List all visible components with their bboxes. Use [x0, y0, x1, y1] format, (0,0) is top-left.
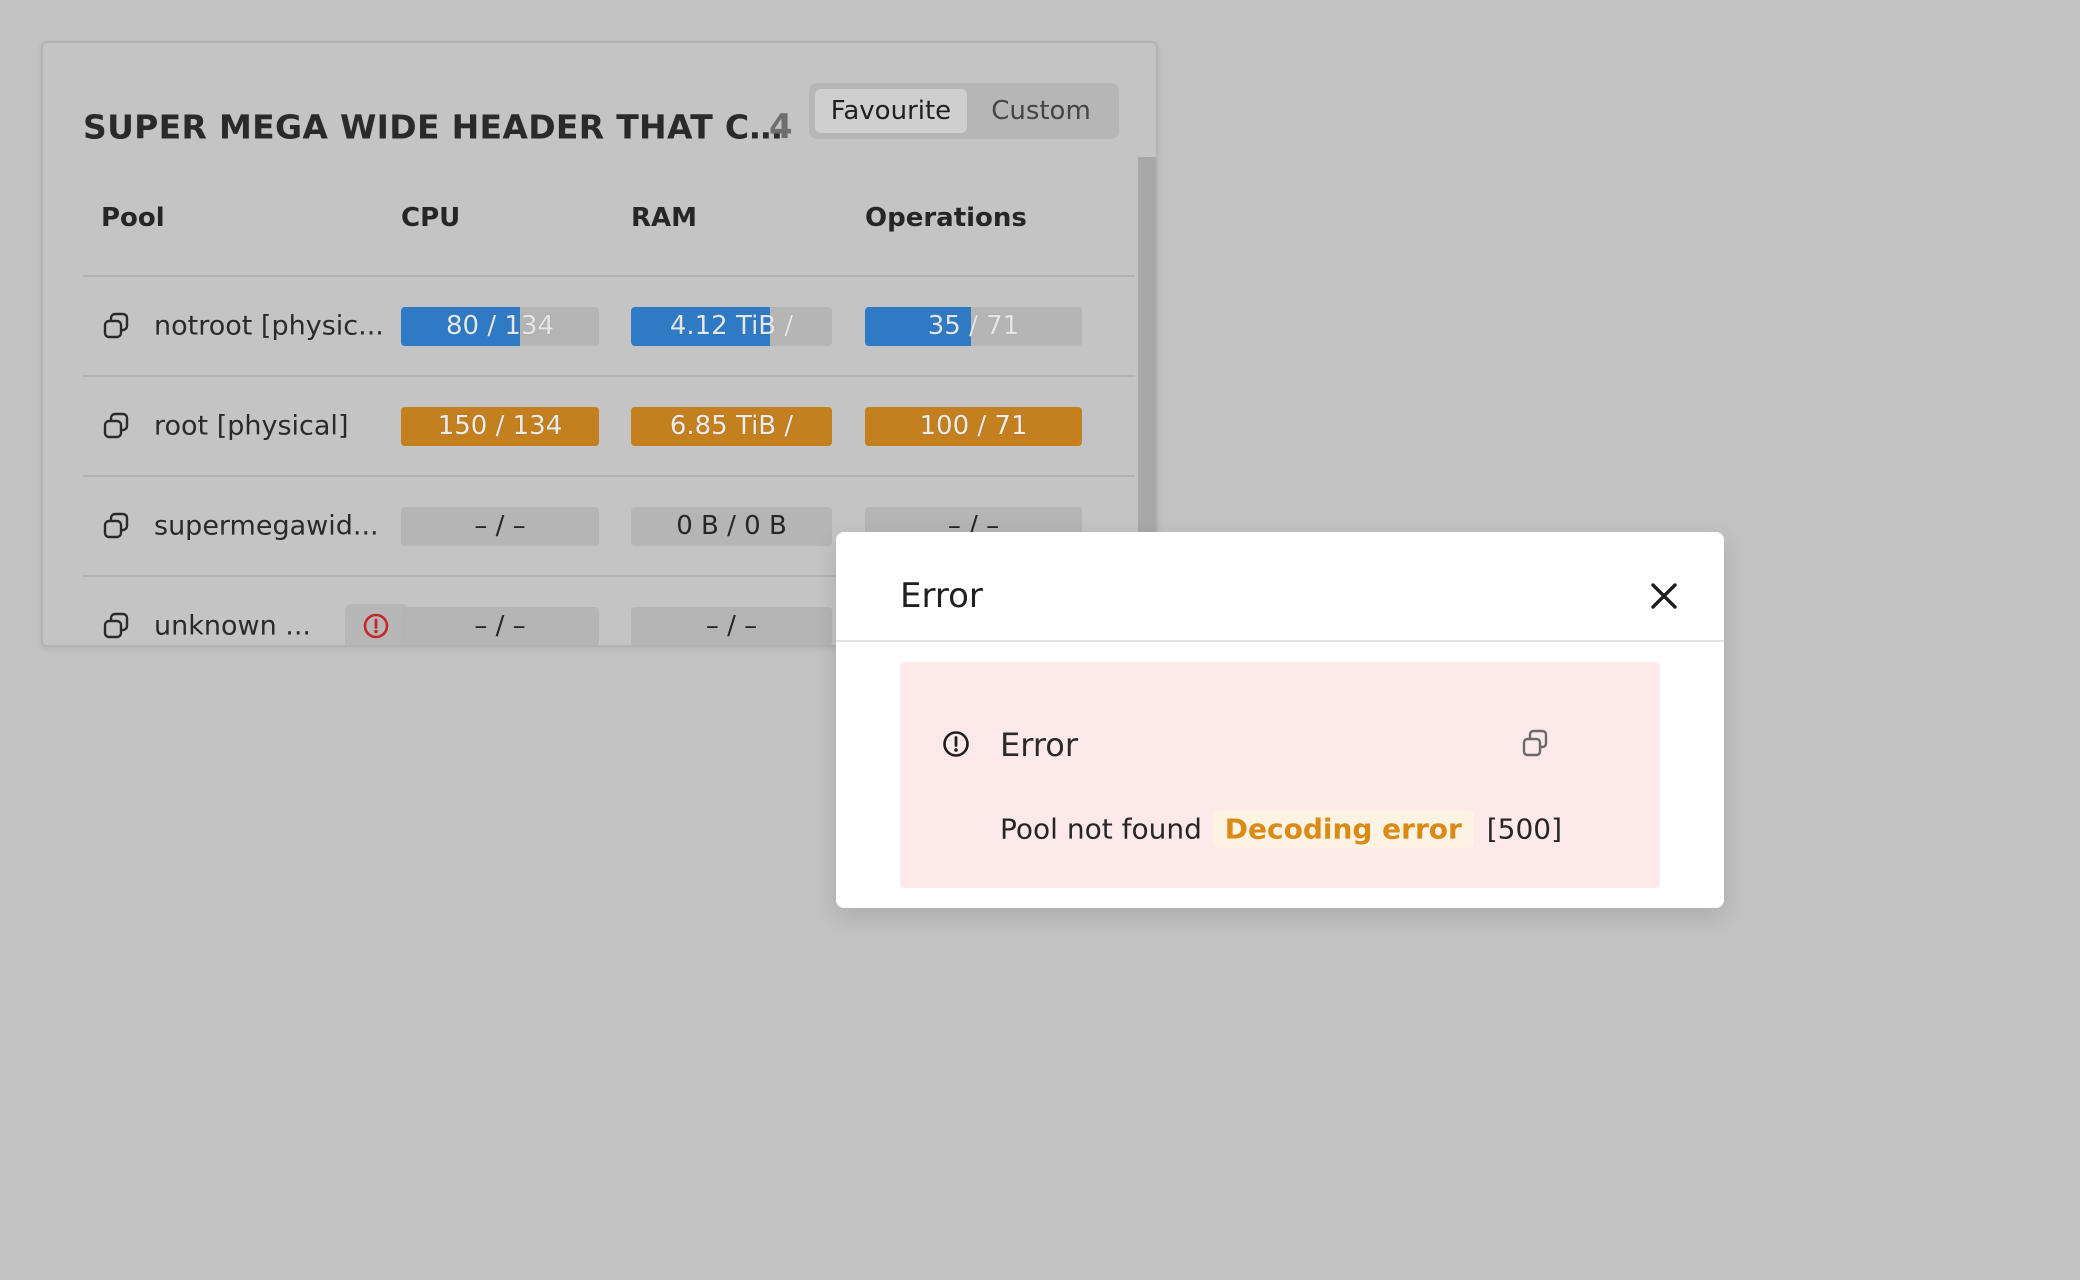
- ram-usage-bar: – / –: [631, 607, 832, 645]
- alert-circle-icon: [943, 731, 969, 757]
- cpu-usage-label: – / –: [474, 611, 526, 641]
- close-icon: [1651, 583, 1677, 609]
- copy-icon[interactable]: [101, 411, 131, 441]
- operations-usage-label: 35 / 71: [927, 311, 1020, 341]
- view-toggle: Favourite Custom: [809, 83, 1119, 139]
- cpu-usage-label: 80 / 134: [446, 311, 554, 341]
- table-header: Pool CPU RAM Operations: [83, 157, 1135, 277]
- operations-usage-bar: 100 / 71: [865, 407, 1082, 446]
- pool-warning-button[interactable]: [345, 604, 408, 645]
- close-button[interactable]: [1644, 576, 1684, 616]
- cpu-usage-bar: – / –: [401, 507, 599, 546]
- cpu-usage-bar: 80 / 134: [401, 307, 599, 346]
- ram-usage-label: 0 B / 0 B: [676, 511, 787, 541]
- column-header-ram[interactable]: RAM: [631, 157, 697, 275]
- ram-usage-label: 6.85 TiB /: [669, 411, 794, 441]
- table-row[interactable]: notroot [physic... 80 / 134 4.12 TiB / 35 /…: [83, 277, 1135, 377]
- pool-count: 4: [769, 107, 793, 147]
- copy-icon[interactable]: [101, 611, 131, 641]
- error-message-text: Pool not found: [1000, 812, 1202, 846]
- column-header-pool[interactable]: Pool: [101, 157, 165, 275]
- operations-usage-label: 100 / 71: [919, 411, 1028, 441]
- error-dialog: Error Error Pool not found Decoding erro…: [836, 532, 1724, 908]
- pool-name[interactable]: unknown ...: [154, 611, 311, 642]
- dialog-header: Error: [836, 532, 1724, 642]
- cpu-usage-label: – / –: [474, 511, 526, 541]
- ram-usage-label: – / –: [705, 611, 758, 641]
- dialog-title: Error: [900, 576, 983, 616]
- table-row[interactable]: root [physical] 150 / 134 6.85 TiB / 100 / …: [83, 377, 1135, 477]
- ram-usage-label: 4.12 TiB /: [669, 311, 794, 341]
- cpu-usage-bar: – / –: [401, 607, 599, 645]
- ram-usage-bar: 4.12 TiB /: [631, 307, 832, 346]
- column-header-cpu[interactable]: CPU: [401, 157, 460, 275]
- tab-custom[interactable]: Custom: [969, 89, 1113, 133]
- cpu-usage-bar: 150 / 134: [401, 407, 599, 446]
- column-header-operations[interactable]: Operations: [865, 157, 1027, 275]
- alert-circle-icon: [363, 613, 389, 639]
- ram-usage-bar: 0 B / 0 B: [631, 507, 832, 546]
- copy-icon: [1522, 729, 1548, 757]
- error-type-badge: Decoding error: [1212, 810, 1474, 848]
- copy-error-button[interactable]: [1520, 727, 1552, 761]
- operations-usage-bar: 35 / 71: [865, 307, 1082, 346]
- alert-title: Error: [1000, 726, 1078, 764]
- error-alert: Error Pool not found Decoding error [500…: [900, 662, 1660, 888]
- pool-name[interactable]: root [physical]: [154, 411, 348, 442]
- card-title: SUPER MEGA WIDE HEADER THAT CA...: [83, 107, 783, 147]
- ram-usage-bar: 6.85 TiB /: [631, 407, 832, 446]
- copy-icon[interactable]: [101, 311, 131, 341]
- copy-icon[interactable]: [101, 511, 131, 541]
- cpu-usage-label: 150 / 134: [437, 411, 563, 441]
- error-code: [500]: [1486, 812, 1563, 846]
- pool-name[interactable]: notroot [physic...: [154, 311, 384, 342]
- pool-name[interactable]: supermegawid...: [154, 511, 379, 542]
- tab-favourite[interactable]: Favourite: [815, 89, 967, 133]
- card-header: SUPER MEGA WIDE HEADER THAT CA... 4 Favo…: [43, 43, 1156, 171]
- alert-message: Pool not found Decoding error [500]: [1000, 810, 1563, 848]
